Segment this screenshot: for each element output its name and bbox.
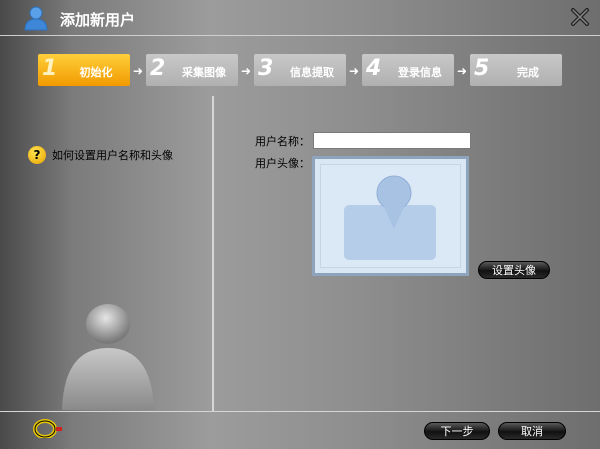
cancel-button[interactable]: 取消 [498,422,566,440]
username-label: 用户名称： [255,135,310,148]
step-complete: 5 完成 [470,54,562,86]
avatar-preview [312,156,469,276]
step-number: 5 [474,56,490,81]
step-label: 初始化 [79,66,113,79]
footer-divider [0,411,600,412]
step-login-info: 4 登录信息 [362,54,454,86]
avatar-placeholder [320,164,461,268]
arrow-right-icon: ➜ [457,64,468,78]
help-text: 如何设置用户名称和头像 [52,149,173,162]
question-icon: ? [28,146,46,164]
step-number: 1 [42,56,58,81]
step-extract-info: 3 信息提取 [254,54,346,86]
close-icon[interactable] [570,7,590,27]
add-user-window: 添加新用户 1 初始化 ➜ 2 采集图像 ➜ 3 信息提取 ➜ 4 登录信息 ➜… [0,0,600,449]
step-label: 登录信息 [398,66,442,79]
step-label: 采集图像 [182,66,226,79]
step-number: 2 [150,56,166,81]
next-button[interactable]: 下一步 [424,422,490,440]
avatar-label: 用户头像： [255,157,310,170]
panel-divider [212,96,214,412]
title-divider [0,35,600,36]
logo-ring-icon [33,419,62,438]
step-label: 信息提取 [290,66,334,79]
step-label: 完成 [517,66,539,79]
step-initialize: 1 初始化 [38,54,130,86]
arrow-right-icon: ➜ [241,64,252,78]
step-capture-image: 2 采集图像 [146,54,238,86]
window-title: 添加新用户 [60,11,136,29]
user-icon [24,6,48,31]
step-number: 4 [366,56,382,81]
username-input[interactable] [313,132,471,149]
avatar-placeholder-icon [344,175,436,260]
step-number: 3 [258,56,274,81]
wizard-steps: 1 初始化 ➜ 2 采集图像 ➜ 3 信息提取 ➜ 4 登录信息 ➜ 5 完成 [38,54,568,87]
help-link[interactable]: ? 如何设置用户名称和头像 [28,146,173,164]
title-bar: 添加新用户 [0,0,600,36]
arrow-right-icon: ➜ [133,64,144,78]
user-silhouette-icon [62,304,154,410]
set-avatar-button[interactable]: 设置头像 [478,261,550,279]
arrow-right-icon: ➜ [349,64,360,78]
